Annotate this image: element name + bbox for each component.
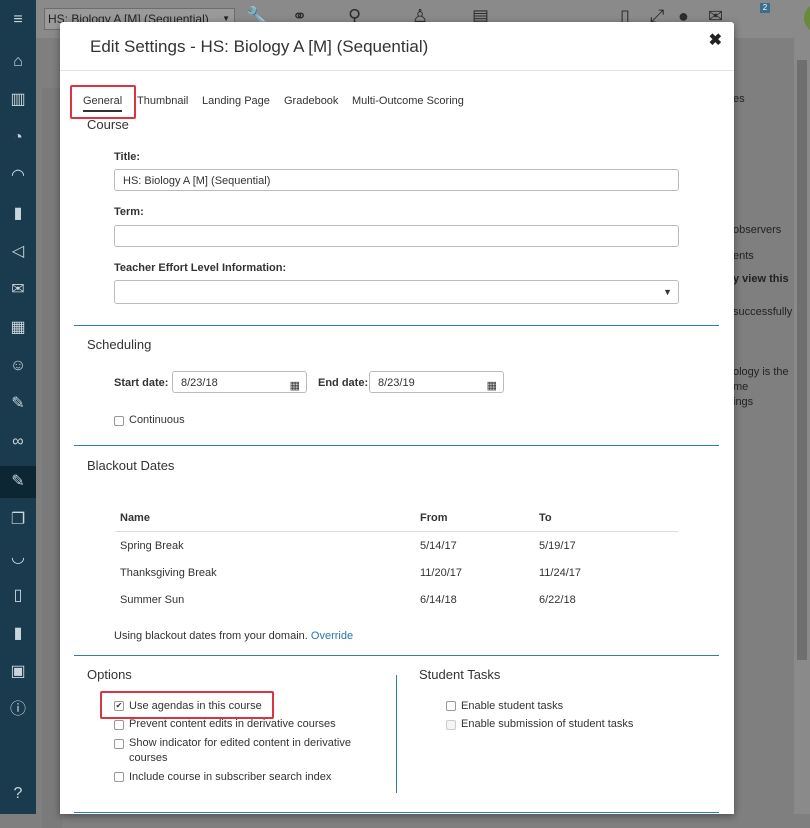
- effort-level-label: Teacher Effort Level Information:: [114, 262, 287, 274]
- background-list: [42, 88, 62, 828]
- edit-icon[interactable]: ✎: [6, 392, 30, 416]
- end-date-label: End date:: [318, 377, 369, 389]
- notebook-icon[interactable]: ▯: [6, 584, 30, 608]
- effort-level-select[interactable]: ▼: [114, 280, 679, 304]
- info-icon[interactable]: ⓘ: [6, 698, 30, 722]
- copy-icon[interactable]: ❐: [6, 508, 30, 532]
- pie-chart-icon[interactable]: ◔: [6, 126, 30, 150]
- include-search-label: Include course in subscriber search inde…: [129, 771, 332, 783]
- column-header-name: Name: [120, 512, 150, 524]
- modal-header: Edit Settings - HS: Biology A [M] (Seque…: [60, 22, 734, 71]
- continuous-label: Continuous: [129, 414, 185, 426]
- divider: [74, 445, 719, 446]
- start-date-label: Start date:: [114, 377, 169, 389]
- calendar-icon[interactable]: ▦: [6, 316, 30, 340]
- blackout-note: Using blackout dates from your domain. O…: [114, 630, 353, 642]
- bg-text-0: es: [733, 93, 745, 105]
- prevent-edits-checkbox[interactable]: [114, 720, 124, 730]
- show-indicator-label: Show indicator for edited content in der…: [129, 737, 351, 764]
- help-icon[interactable]: ?: [6, 782, 30, 806]
- course-section-title: Course: [87, 117, 129, 132]
- start-date-input[interactable]: 8/23/18 ▦: [172, 371, 307, 393]
- briefcase-icon[interactable]: ▣: [6, 660, 30, 684]
- tab-multi-outcome-scoring[interactable]: Multi-Outcome Scoring: [352, 95, 464, 107]
- bg-text-2: ents: [733, 250, 754, 262]
- edit-settings-modal: Edit Settings - HS: Biology A [M] (Seque…: [60, 22, 734, 814]
- gauge-icon[interactable]: ◠: [6, 164, 30, 188]
- tab-thumbnail[interactable]: Thumbnail: [137, 95, 188, 107]
- divider: [74, 655, 719, 656]
- bar-chart-icon[interactable]: ▮: [6, 202, 30, 226]
- bg-text-6: me: [733, 381, 749, 393]
- title-input[interactable]: HS: Biology A [M] (Sequential): [114, 169, 679, 191]
- megaphone-icon[interactable]: ◁: [6, 240, 30, 264]
- modal-title: Edit Settings - HS: Biology A [M] (Seque…: [90, 37, 429, 56]
- chevron-down-icon: ▼: [663, 287, 672, 297]
- table-cell: Summer Sun: [120, 594, 185, 606]
- close-icon[interactable]: ✖: [709, 30, 722, 50]
- tab-gradebook[interactable]: Gradebook: [284, 95, 338, 107]
- table-cell: 11/20/17: [420, 567, 463, 579]
- avatar[interactable]: [804, 3, 810, 33]
- enable-submission-label: Enable submission of student tasks: [461, 718, 634, 730]
- tab-landing-page[interactable]: Landing Page: [202, 95, 270, 107]
- options-section-title: Options: [87, 667, 132, 682]
- background-text: es observers ents y view this successful…: [733, 93, 795, 453]
- table-cell: Spring Break: [120, 540, 184, 552]
- table-cell: 5/19/17: [539, 540, 576, 552]
- blackout-section-title: Blackout Dates: [87, 458, 175, 473]
- bg-text-7: ings: [733, 396, 754, 408]
- link-icon[interactable]: ∞: [6, 430, 30, 454]
- calendar-icon[interactable]: ▦: [290, 375, 300, 397]
- notification-badge: 2: [760, 3, 770, 13]
- end-date-value: 8/23/19: [378, 377, 415, 389]
- scheduling-section-title: Scheduling: [87, 337, 152, 352]
- stats-icon[interactable]: ▮: [6, 622, 30, 646]
- table-cell: 6/22/18: [539, 594, 576, 606]
- people-icon[interactable]: ☺: [6, 354, 30, 378]
- mail-icon[interactable]: ✉: [6, 278, 30, 302]
- include-search-checkbox[interactable]: [114, 772, 124, 782]
- end-date-input[interactable]: 8/23/19 ▦: [369, 371, 504, 393]
- table-cell: 6/14/18: [420, 594, 457, 606]
- headset-icon[interactable]: ◡: [6, 546, 30, 570]
- page-scrollbar-thumb[interactable]: [797, 60, 807, 660]
- divider: [74, 812, 719, 813]
- edit-active-icon[interactable]: ✎: [0, 466, 36, 498]
- divider: [74, 325, 719, 326]
- bg-text-3: y view this: [733, 273, 789, 285]
- show-indicator-checkbox[interactable]: [114, 739, 124, 749]
- bg-text-5: ology is the: [733, 366, 789, 378]
- general-tab-highlight: [70, 85, 136, 119]
- student-tasks-section-title: Student Tasks: [419, 667, 501, 682]
- bg-text-1: observers: [733, 224, 782, 236]
- book-icon[interactable]: ▥: [6, 88, 30, 112]
- title-label: Title:: [114, 151, 141, 163]
- column-header-from: From: [420, 512, 448, 524]
- continuous-checkbox[interactable]: [114, 416, 124, 426]
- table-header-line: [115, 531, 678, 532]
- enable-student-tasks-label: Enable student tasks: [461, 700, 564, 712]
- override-link[interactable]: Override: [311, 630, 353, 642]
- start-date-value: 8/23/18: [181, 377, 218, 389]
- table-cell: 11/24/17: [539, 567, 582, 579]
- options-divider: [396, 675, 397, 793]
- blackout-note-text: Using blackout dates from your domain.: [114, 630, 308, 642]
- calendar-icon[interactable]: ▦: [487, 375, 497, 397]
- enable-submission-checkbox[interactable]: [446, 720, 456, 730]
- table-cell: 5/14/17: [420, 540, 457, 552]
- term-label: Term:: [114, 206, 144, 218]
- prevent-edits-label: Prevent content edits in derivative cour…: [129, 718, 336, 730]
- table-cell: Thanksgiving Break: [120, 567, 217, 579]
- left-nav: ≡ ⌂ ▥ ◔ ◠ ▮ ◁ ✉ ▦ ☺ ✎ ∞ ✎ ❐ ◡ ▯ ▮ ▣ ⓘ ?: [0, 0, 36, 814]
- bg-text-4: successfully: [733, 306, 793, 318]
- use-agendas-highlight: [100, 691, 274, 719]
- menu-icon[interactable]: ≡: [6, 8, 30, 32]
- home-icon[interactable]: ⌂: [6, 50, 30, 74]
- term-input[interactable]: [114, 225, 679, 247]
- column-header-to: To: [539, 512, 552, 524]
- enable-student-tasks-checkbox[interactable]: [446, 701, 456, 711]
